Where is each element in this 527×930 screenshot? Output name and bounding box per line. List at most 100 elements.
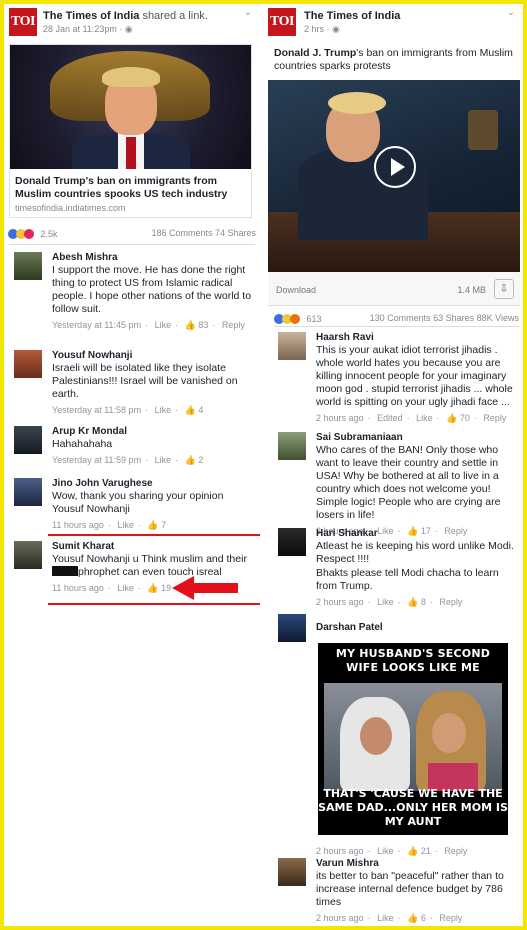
commenter-name[interactable]: Varun Mishra <box>316 858 519 869</box>
edited-label[interactable]: Edited <box>377 413 403 423</box>
reaction-count[interactable]: 613 <box>307 314 322 324</box>
avatar[interactable] <box>278 528 306 556</box>
reaction-bar: 613 130 Comments 63 Shares 88K Views <box>274 313 519 324</box>
comment-text: I support the move. He has done the righ… <box>52 264 252 315</box>
like-button[interactable]: Like <box>117 583 134 593</box>
link-image <box>10 45 251 169</box>
comment-time[interactable]: Yesterday at 11:58 pm <box>52 405 141 415</box>
comment-text: Wow, thank you sharing your opinion Yous… <box>52 490 224 515</box>
like-count[interactable]: 70 <box>460 413 470 423</box>
like-button[interactable]: Like <box>155 455 172 465</box>
comment-time[interactable]: Yesterday at 11:45 pm <box>52 320 141 330</box>
comments-shares-count[interactable]: 186 Comments 74 Shares <box>151 228 256 238</box>
like-count[interactable]: 83 <box>198 320 208 330</box>
globe-icon: · ◉ <box>326 24 340 34</box>
avatar[interactable] <box>278 858 306 886</box>
reaction-count[interactable]: 2.5k <box>41 229 58 239</box>
like-count[interactable]: 7 <box>161 520 166 530</box>
meme-photo <box>324 683 502 791</box>
comment-time[interactable]: Yesterday at 11:59 pm <box>52 455 141 465</box>
avatar[interactable] <box>278 432 306 460</box>
commenter-name[interactable]: Hari Shankar <box>316 528 519 539</box>
page-name-link[interactable]: The Times of India <box>304 10 400 22</box>
like-button[interactable]: Like <box>117 520 134 530</box>
comment-time[interactable]: 2 hours ago <box>316 913 364 923</box>
comment-time[interactable]: 2 hours ago <box>316 597 364 607</box>
comment-time[interactable]: 11 hours ago <box>52 520 104 530</box>
link-domain: timesofindia.indiatimes.com <box>15 203 126 213</box>
like-count[interactable]: 21 <box>421 846 431 856</box>
avatar[interactable] <box>278 332 306 360</box>
page-name-link[interactable]: The Times of India <box>43 10 139 22</box>
angry-reaction-icon <box>290 313 300 324</box>
comment-text: This is your aukat idiot terrorist jihad… <box>316 344 513 408</box>
like-button[interactable]: Like <box>155 320 172 330</box>
redaction-box <box>52 566 78 576</box>
like-count[interactable]: 6 <box>421 913 426 923</box>
like-count[interactable]: 8 <box>421 597 426 607</box>
comment-time[interactable]: 2 hours ago <box>316 413 364 423</box>
post-meta: 2 hrs · ◉ <box>304 24 340 35</box>
comment-meta: 2 hours ago · Like · 👍 21 · Reply <box>316 846 468 856</box>
commenter-name[interactable]: Sumit Kharat <box>52 541 252 552</box>
commenter-name[interactable]: Haarsh Ravi <box>316 332 519 343</box>
commenter-name[interactable]: Yousuf Nowhanji <box>52 350 252 361</box>
like-button[interactable]: Like <box>155 405 172 415</box>
comment-time[interactable]: 11 hours ago <box>52 583 104 593</box>
like-count[interactable]: 19 <box>161 583 171 593</box>
download-label[interactable]: Download <box>276 285 316 295</box>
avatar[interactable] <box>14 478 42 506</box>
avatar[interactable] <box>14 426 42 454</box>
shared-text: shared a link. <box>142 10 208 22</box>
download-icon[interactable]: ⇩ <box>494 279 514 299</box>
like-button[interactable]: Like <box>416 413 433 423</box>
like-button[interactable]: Like <box>377 913 394 923</box>
reply-button[interactable]: Reply <box>483 413 506 423</box>
page-logo[interactable]: TOI <box>268 8 296 36</box>
divider <box>274 326 519 327</box>
reply-button[interactable]: Reply <box>439 597 462 607</box>
download-bar: Download 1.4 MB ⇩ <box>268 272 520 306</box>
hair-shape <box>102 67 160 87</box>
chevron-down-icon[interactable]: ⌄ <box>244 7 252 18</box>
post-stats[interactable]: 130 Comments 63 Shares 88K Views <box>370 313 519 323</box>
commenter-name[interactable]: Arup Kr Mondal <box>52 426 252 437</box>
mention-link[interactable]: Donald J. Trump <box>274 47 356 59</box>
video-player[interactable] <box>268 80 520 272</box>
left-post: TOI The Times of India shared a link. 28… <box>4 4 260 926</box>
commenter-name[interactable]: Abesh Mishra <box>52 252 252 263</box>
avatar[interactable] <box>278 614 306 642</box>
post-text: Donald J. Trump's ban on immigrants from… <box>274 47 519 73</box>
comment-text-part: Yousuf Nowhanji u Think muslim and their <box>52 553 247 565</box>
post-timestamp[interactable]: 28 Jan at 11:23pm <box>43 24 117 34</box>
file-size: 1.4 MB <box>457 285 486 295</box>
link-card[interactable]: Donald Trump's ban on immigrants from Mu… <box>9 44 252 218</box>
post-timestamp[interactable]: 2 hrs <box>304 24 324 34</box>
reply-button[interactable]: Reply <box>222 320 245 330</box>
tie-shape <box>126 137 136 169</box>
comment-text: Hahahahaha <box>52 438 113 450</box>
like-count[interactable]: 2 <box>198 455 203 465</box>
commenter-name[interactable]: Sai Subramaniaan <box>316 432 519 443</box>
comment-time[interactable]: 2 hours ago <box>316 846 364 856</box>
reply-button[interactable]: Reply <box>439 913 462 923</box>
meme-image[interactable]: MY HUSBAND'S SECOND WIFE LOOKS LIKE ME T… <box>318 643 508 835</box>
commenter-name[interactable]: Darshan Patel <box>316 622 519 633</box>
like-button[interactable]: Like <box>377 846 394 856</box>
page-logo[interactable]: TOI <box>9 8 37 36</box>
avatar[interactable] <box>14 350 42 378</box>
reply-button[interactable]: Reply <box>444 846 467 856</box>
love-reaction-icon <box>24 228 34 239</box>
chevron-down-icon[interactable]: ⌄ <box>507 7 515 18</box>
lamp-shape <box>468 110 498 150</box>
meme-bottom-text: THAT'S 'CAUSE WE HAVE THE SAME DAD...ONL… <box>318 787 508 828</box>
commenter-name[interactable]: Jino John Varughese <box>52 478 252 489</box>
avatar[interactable] <box>14 541 42 569</box>
highlight-line-bottom <box>48 603 260 605</box>
comment-text: Atleast he is keeping his word unlike Mo… <box>316 540 514 565</box>
avatar[interactable] <box>14 252 42 280</box>
like-count[interactable]: 4 <box>198 405 203 415</box>
thumbs-up-icon: 👍 <box>184 320 196 330</box>
play-icon[interactable] <box>374 146 416 188</box>
like-button[interactable]: Like <box>377 597 394 607</box>
